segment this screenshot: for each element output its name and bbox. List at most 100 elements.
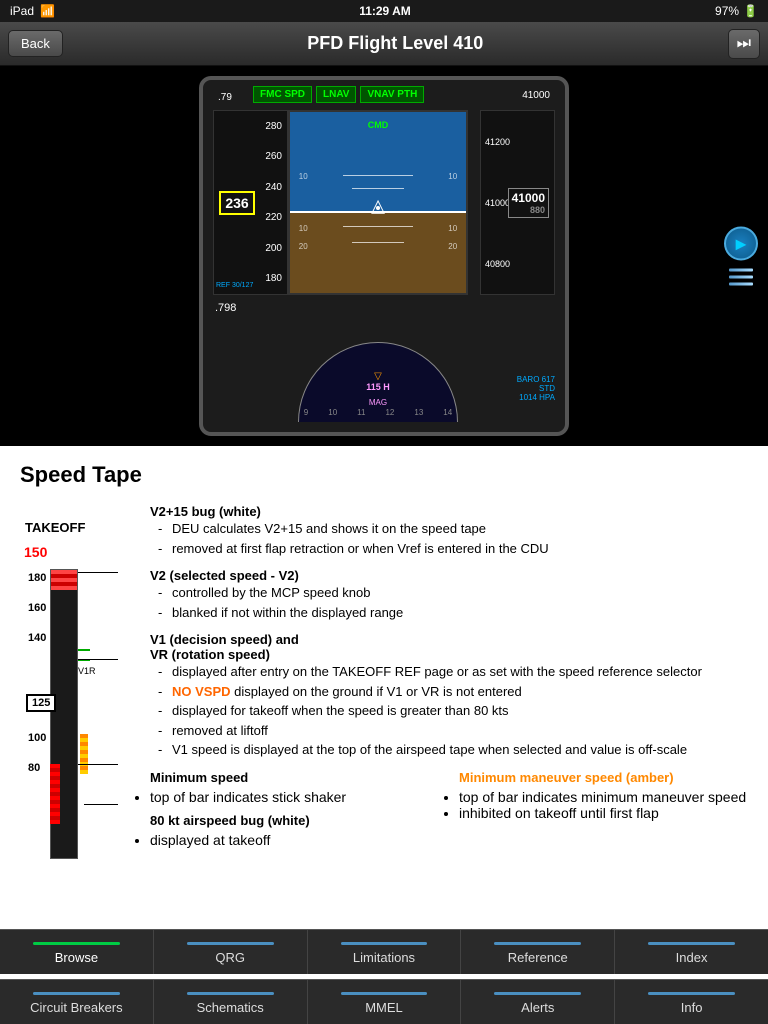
takeoff-text: V2+15 bug (white) DEU calculates V2+15 a… bbox=[140, 504, 748, 884]
tab-limitations[interactable]: Limitations bbox=[308, 930, 462, 974]
hsi-mag: MAG bbox=[369, 398, 387, 407]
speed-top-display: .79 bbox=[218, 92, 232, 103]
right-overlay: ▶ bbox=[724, 227, 758, 286]
v1vr-item-3: removed at liftoff bbox=[158, 721, 748, 741]
v1-heading: V1 (decision speed) and bbox=[150, 632, 748, 647]
tab-limitations-label: Limitations bbox=[353, 950, 415, 965]
v1vr-item-1: NO VSPD displayed on the ground if V1 or… bbox=[158, 682, 748, 702]
baro-area: BARO 617 STD 1014 HPA bbox=[517, 375, 555, 402]
time-display: 11:29 AM bbox=[359, 4, 411, 18]
pitch-label-neg10-left: 20 bbox=[299, 242, 308, 251]
hsi-label-13: 13 bbox=[414, 408, 423, 417]
connector-top bbox=[78, 572, 118, 573]
tab-circuit-breakers[interactable]: Circuit Breakers bbox=[0, 980, 154, 1024]
wifi-icon: 📶 bbox=[40, 4, 55, 18]
tab-schematics[interactable]: Schematics bbox=[154, 980, 308, 1024]
pfd-frame: FMC SPD LNAV VNAV PTH 280 260 240 220 20… bbox=[199, 76, 569, 436]
fmc-spd-mode: FMC SPD bbox=[253, 86, 312, 103]
v1vr-item-0: displayed after entry on the TAKEOFF REF… bbox=[158, 662, 748, 682]
vr-marker bbox=[78, 649, 90, 651]
min-maneuver-heading: Minimum maneuver speed (amber) bbox=[459, 770, 748, 785]
hsi-label-14: 14 bbox=[443, 408, 452, 417]
section-title: Speed Tape bbox=[20, 462, 748, 488]
eightyk-heading: 80 kt airspeed bug (white) bbox=[150, 813, 439, 828]
no-vspd-text: NO VSPD bbox=[172, 684, 231, 699]
qnh-label: 1014 HPA bbox=[517, 393, 555, 402]
red-bar bbox=[50, 764, 60, 824]
v2-item-0: controlled by the MCP speed knob bbox=[158, 583, 748, 603]
vnav-pth-mode: VNAV PTH bbox=[360, 86, 424, 103]
pitch-label-10-left: 10 bbox=[299, 172, 308, 181]
tab-alerts-label: Alerts bbox=[521, 1000, 554, 1015]
alerts-bar bbox=[494, 992, 581, 995]
vr-heading-text: VR (rotation speed) bbox=[150, 647, 270, 662]
info-bar bbox=[648, 992, 735, 995]
eightyk-item-0: displayed at takeoff bbox=[150, 832, 439, 848]
lnav-mode: LNAV bbox=[316, 86, 356, 103]
speed-220: 220 bbox=[265, 212, 282, 223]
pitch-label-10-right: 10 bbox=[448, 172, 457, 181]
alt-numbers: 41200 41000 40800 bbox=[485, 111, 510, 294]
pfd-alt-tape: 41200 41000 40800 41000 880 bbox=[480, 110, 555, 295]
connector-v1 bbox=[78, 659, 118, 660]
sd-125-box: 125 bbox=[26, 694, 56, 712]
back-button[interactable]: Back bbox=[8, 30, 63, 57]
mode-annunciator: FMC SPD LNAV VNAV PTH bbox=[253, 86, 525, 103]
alt-40800: 40800 bbox=[485, 259, 510, 269]
menu-lines[interactable] bbox=[729, 269, 753, 286]
pitch-line-10 bbox=[343, 175, 413, 176]
speed-280: 280 bbox=[265, 121, 282, 132]
circuit-breakers-bar bbox=[33, 992, 120, 995]
speed-260: 260 bbox=[265, 151, 282, 162]
alt-sub: 880 bbox=[512, 205, 545, 215]
alt-top-display: 41000 bbox=[522, 90, 550, 101]
qrg-bar bbox=[187, 942, 274, 945]
red-band bbox=[51, 570, 77, 590]
v1vr-item-4: V1 speed is displayed at the top of the … bbox=[158, 740, 748, 760]
v1vr-block: V1 (decision speed) and VR (rotation spe… bbox=[150, 632, 748, 760]
eightyk-list: displayed at takeoff bbox=[150, 832, 439, 848]
tab-index[interactable]: Index bbox=[615, 930, 768, 974]
tab-browse[interactable]: Browse bbox=[0, 930, 154, 974]
std-label: STD bbox=[517, 384, 555, 393]
tab-info[interactable]: Info bbox=[615, 980, 768, 1024]
v1vr-item-1-text: displayed on the ground if V1 or VR is n… bbox=[234, 684, 522, 699]
v2-list: controlled by the MCP speed knob blanked… bbox=[150, 583, 748, 622]
mmel-bar bbox=[341, 992, 428, 995]
v2-heading: V2 (selected speed - V2) bbox=[150, 568, 748, 583]
tab-mmel[interactable]: MMEL bbox=[308, 980, 462, 1024]
speed-diagram: TAKEOFF 150 180 160 140 125 100 80 bbox=[20, 504, 140, 884]
v2-item-1: blanked if not within the displayed rang… bbox=[158, 603, 748, 623]
alt-main: 41000 bbox=[512, 191, 545, 205]
status-right: 97% 🔋 bbox=[715, 4, 758, 18]
skip-button[interactable]: ⏭ bbox=[728, 29, 760, 59]
min-speed-section: Minimum speed top of bar indicates stick… bbox=[150, 770, 748, 848]
min-speed-list: top of bar indicates stick shaker bbox=[150, 789, 439, 805]
tab-reference[interactable]: Reference bbox=[461, 930, 615, 974]
adi: 10 10 10 10 20 20 CMD △ bbox=[288, 110, 468, 295]
hsi-label-11: 11 bbox=[357, 408, 365, 417]
tab-qrg[interactable]: QRG bbox=[154, 930, 308, 974]
sd-label-160: 160 bbox=[28, 602, 46, 614]
v2plus15-block: V2+15 bug (white) DEU calculates V2+15 a… bbox=[150, 504, 748, 558]
browse-bar bbox=[33, 942, 120, 945]
hsi-triangle: ▽ bbox=[374, 371, 382, 382]
amber-bar bbox=[80, 734, 88, 774]
pfd-speed-tape: 280 260 240 220 200 180 236 REF 30/127 bbox=[213, 110, 288, 295]
reference-bar bbox=[494, 942, 581, 945]
takeoff-label: TAKEOFF bbox=[25, 520, 85, 535]
sd-speed-labels-lower: 100 80 bbox=[28, 732, 46, 774]
battery-icon: 🔋 bbox=[743, 4, 758, 18]
pitch-label-neg5-left: 10 bbox=[299, 224, 308, 233]
play-button[interactable]: ▶ bbox=[724, 227, 758, 261]
current-speed-box: 236 bbox=[219, 191, 255, 215]
connector-min bbox=[78, 764, 118, 765]
hsi-label-12: 12 bbox=[385, 408, 394, 417]
battery-label: 97% bbox=[715, 4, 739, 18]
adi-cmd-label: CMD bbox=[368, 120, 389, 130]
min-speed-item-0: top of bar indicates stick shaker bbox=[150, 789, 439, 805]
v1vr-list: displayed after entry on the TAKEOFF REF… bbox=[150, 662, 748, 760]
tab-alerts[interactable]: Alerts bbox=[461, 980, 615, 1024]
menu-line-3 bbox=[729, 283, 753, 286]
speed-200: 200 bbox=[265, 243, 282, 254]
